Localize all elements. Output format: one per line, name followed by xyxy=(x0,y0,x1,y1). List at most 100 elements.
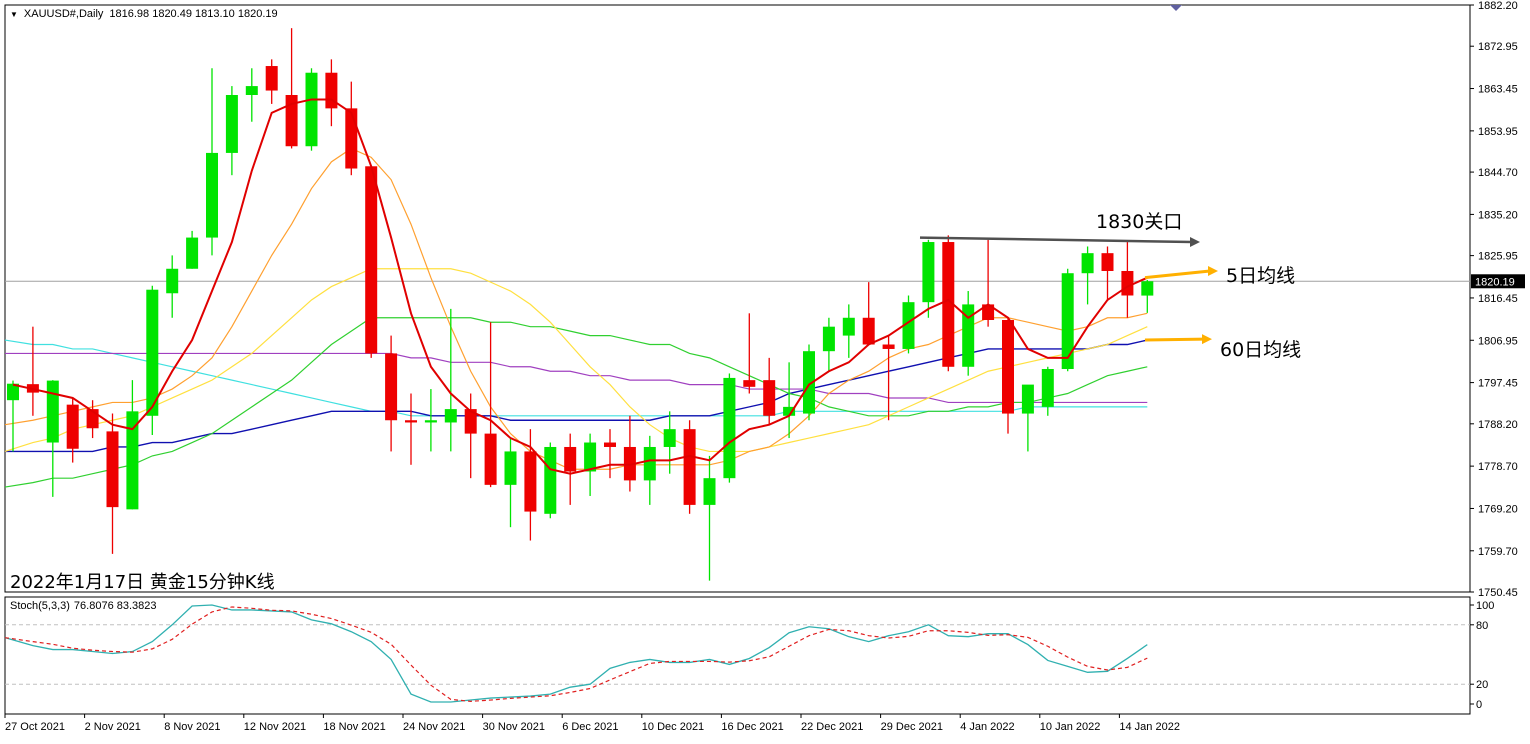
arrow-ma60-head xyxy=(1202,334,1212,345)
arrow-ma5-shaft xyxy=(1144,269,1211,280)
y-tick-label: 1759.70 xyxy=(1478,546,1518,558)
candle-body xyxy=(484,433,497,485)
chart-canvas: 1882.20 1872.95 1863.45 1853.95 1844.70 1835.… xyxy=(4,0,1525,733)
y-tick-label: 1806.95 xyxy=(1478,335,1518,347)
y-tick-label: 1835.20 xyxy=(1478,209,1518,221)
stoch-tick-label: 20 xyxy=(1476,679,1488,691)
candle-body xyxy=(922,242,935,303)
y-tick-label: 1788.20 xyxy=(1478,419,1518,431)
annotation-ma5: 5日均线 xyxy=(1226,265,1296,287)
candle-body xyxy=(1021,384,1034,414)
header-dropdown-icon[interactable]: ▼ xyxy=(10,10,18,19)
candle-body xyxy=(146,289,159,416)
x-tick-label: 30 Nov 2021 xyxy=(483,721,545,733)
x-tick-label: 18 Nov 2021 xyxy=(323,721,385,733)
y-tick-label: 1872.95 xyxy=(1478,41,1518,53)
candle-body xyxy=(106,431,119,508)
stoch-tick-label: 0 xyxy=(1476,699,1482,711)
annotation-ma60: 60日均线 xyxy=(1220,339,1302,361)
candle-body xyxy=(265,66,278,91)
candle-body xyxy=(1002,319,1014,414)
candle-body xyxy=(763,380,776,416)
candle-body xyxy=(345,108,358,169)
ma-line-ma5 xyxy=(12,98,1148,475)
candle-body xyxy=(504,451,517,485)
y-tick-label: 1816.45 xyxy=(1478,293,1518,305)
arrow-ma60-shaft xyxy=(1144,337,1205,342)
x-tick-label: 29 Dec 2021 xyxy=(881,721,943,733)
candle-body xyxy=(882,344,895,349)
candle-body xyxy=(1041,369,1054,407)
stoch-panel-frame xyxy=(4,596,1471,715)
candle-body xyxy=(444,409,457,423)
candle-body xyxy=(245,86,258,95)
candle-body xyxy=(166,268,179,294)
symbol-label: XAUUSD#,Daily xyxy=(23,8,104,20)
ma-line-ma10 xyxy=(4,147,1148,470)
candle-body xyxy=(1061,273,1074,370)
candle-body xyxy=(46,380,59,443)
y-tick-label: 1825.95 xyxy=(1478,251,1518,263)
y-tick-label: 1882.20 xyxy=(1478,0,1518,12)
y-tick-label: 1853.95 xyxy=(1478,126,1518,138)
x-tick-label: 8 Nov 2021 xyxy=(164,721,220,733)
candle-body xyxy=(743,380,756,387)
x-tick-label: 10 Jan 2022 xyxy=(1040,721,1101,733)
annotation-1830: 1830关口 xyxy=(1096,211,1183,233)
candle-body xyxy=(1121,270,1134,296)
x-tick-label: 22 Dec 2021 xyxy=(801,721,863,733)
y-tick-label: 1863.45 xyxy=(1478,84,1518,96)
stoch-label: Stoch(5,3,3) xyxy=(10,600,70,612)
shift-marker-icon xyxy=(1170,5,1182,11)
x-tick-label: 14 Jan 2022 xyxy=(1119,721,1180,733)
candle-body xyxy=(66,404,79,449)
x-tick-label: 4 Jan 2022 xyxy=(960,721,1014,733)
candle-body xyxy=(225,94,238,153)
ma-line-ma120 xyxy=(5,352,1148,404)
candle-body xyxy=(683,429,696,505)
candle-body xyxy=(822,326,835,352)
candle-body xyxy=(385,353,398,421)
y-tick-label: 1750.45 xyxy=(1478,587,1518,599)
current-price-label: 1820.19 xyxy=(1475,276,1515,288)
stoch-tick-label: 80 xyxy=(1476,620,1488,632)
candle-body xyxy=(842,317,855,336)
candle-body xyxy=(643,446,656,481)
y-tick-label: 1797.45 xyxy=(1478,378,1518,390)
candle-body xyxy=(1141,281,1154,296)
x-tick-label: 27 Oct 2021 xyxy=(5,721,65,733)
candle-body xyxy=(862,317,875,345)
stoch-values: 76.8076 83.3823 xyxy=(73,600,157,612)
stoch-main-line xyxy=(4,604,1148,703)
y-tick-label: 1844.70 xyxy=(1478,167,1518,179)
candle-body xyxy=(1101,253,1114,271)
stoch-header: Stoch(5,3,3) 76.8076 83.3823 xyxy=(10,600,157,612)
candle-body xyxy=(524,451,537,512)
candle-body xyxy=(424,420,437,423)
x-tick-label: 2 Nov 2021 xyxy=(85,721,141,733)
candle-body xyxy=(564,446,577,472)
stoch-tick-label: 100 xyxy=(1476,600,1494,612)
ohlc-values: 1816.98 1820.49 1813.10 1820.19 xyxy=(109,8,278,20)
arrow-ma5-head xyxy=(1208,265,1218,276)
candle-body xyxy=(663,429,676,447)
candle-body xyxy=(1081,253,1094,274)
x-tick-label: 6 Dec 2021 xyxy=(562,721,618,733)
chart-caption: 2022年1月17日 黄金15分钟K线 xyxy=(10,572,275,593)
x-tick-label: 12 Nov 2021 xyxy=(244,721,306,733)
ma-line-ma20 xyxy=(4,268,1148,453)
candle-body xyxy=(584,442,597,472)
y-tick-label: 1769.20 xyxy=(1478,503,1518,515)
x-tick-label: 10 Dec 2021 xyxy=(642,721,704,733)
candle-body xyxy=(604,442,616,447)
y-tick-label: 1778.70 xyxy=(1478,461,1518,473)
x-tick-label: 16 Dec 2021 xyxy=(721,721,783,733)
candle-body xyxy=(206,152,218,238)
candle-body xyxy=(186,237,199,269)
candle-body xyxy=(305,72,318,147)
main-panel-frame xyxy=(4,4,1471,593)
arrow-1830-shaft xyxy=(919,236,1193,244)
candle-body xyxy=(703,478,716,505)
candle-body xyxy=(723,377,736,479)
candle-body xyxy=(365,166,378,354)
